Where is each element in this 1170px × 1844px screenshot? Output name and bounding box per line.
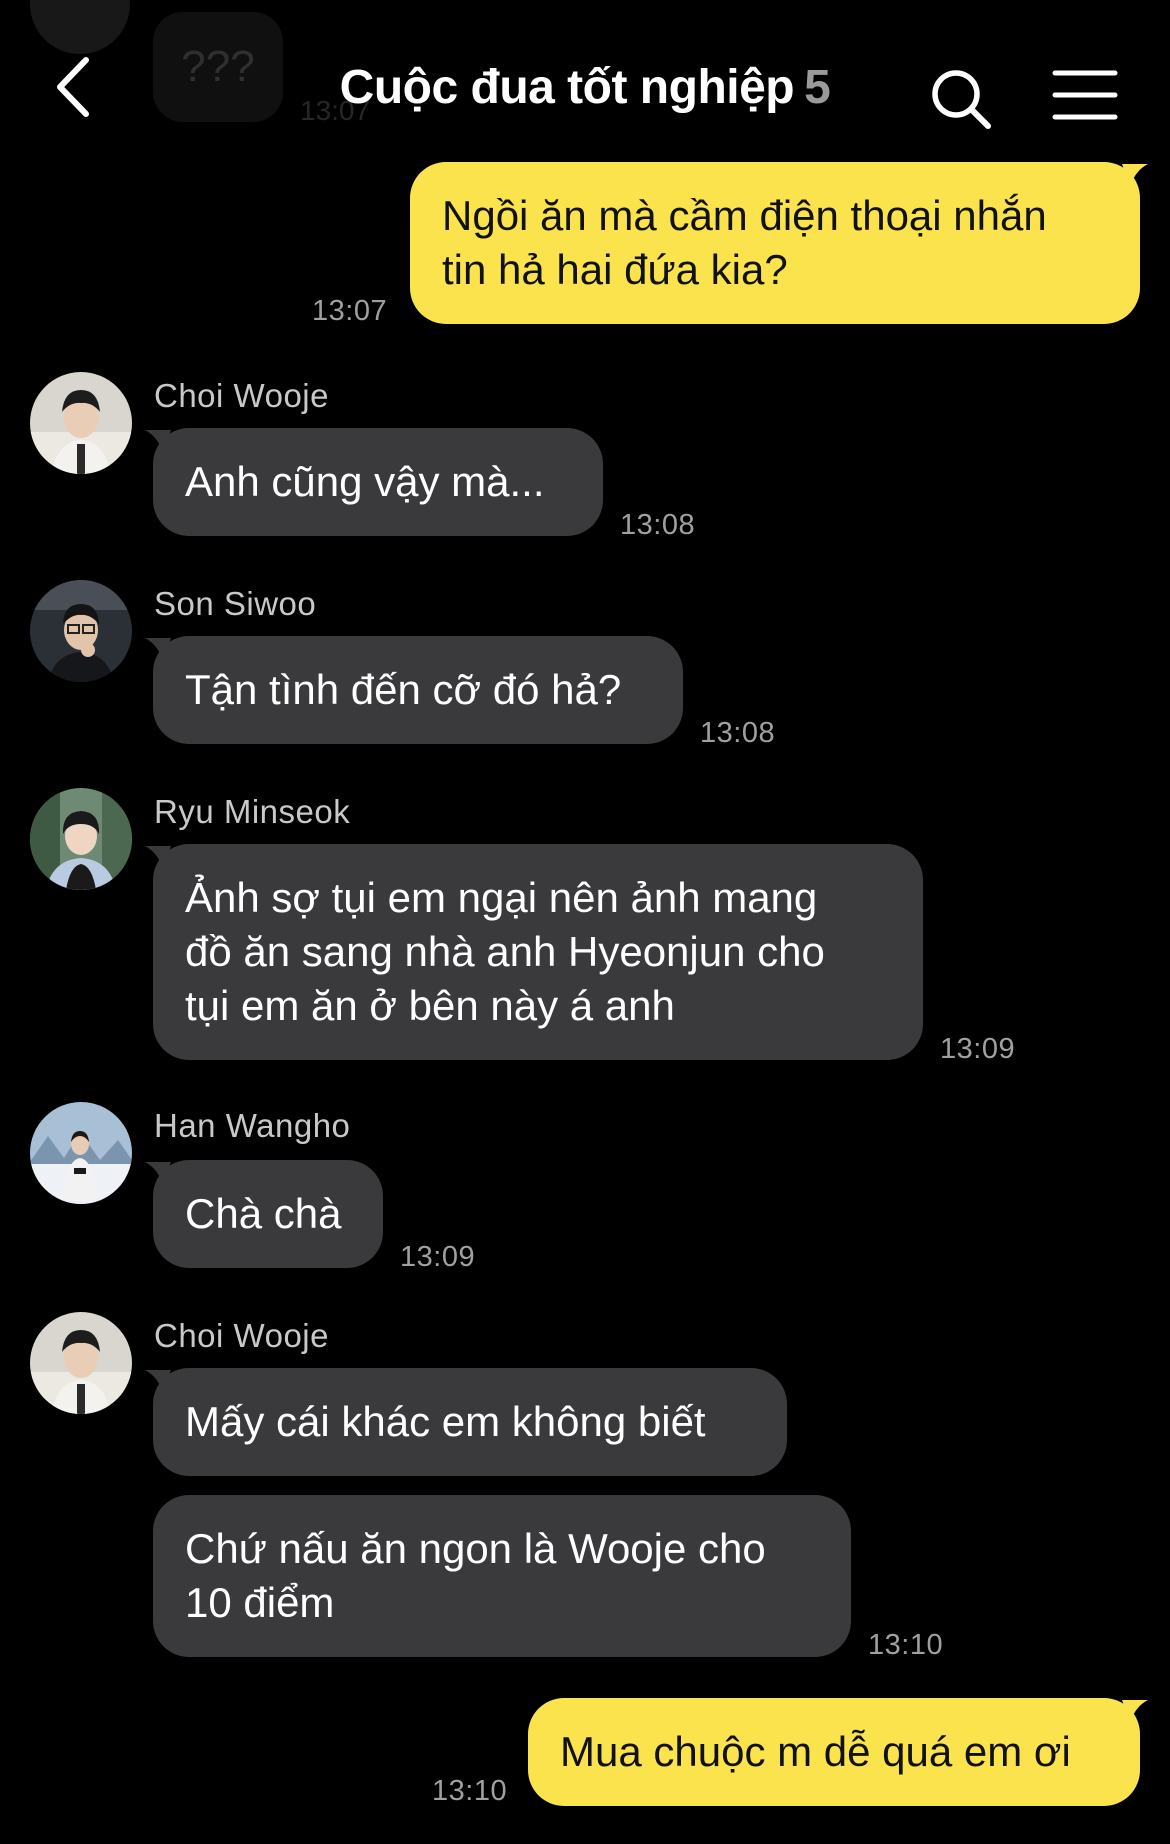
message-bubble-incoming[interactable]: Anh cũng vậy mà... — [153, 428, 603, 536]
message-bubble-incoming[interactable]: Mấy cái khác em không biết — [153, 1368, 787, 1476]
avatar-han-wangho[interactable] — [30, 1102, 132, 1204]
bubble-tail — [145, 846, 171, 868]
avatar-image — [30, 372, 132, 474]
message-text: Chà chà — [185, 1190, 342, 1237]
message-list: Ngồi ăn mà cầm điện thoại nhắn tin hả ha… — [0, 0, 1170, 1844]
message-time: 13:07 — [312, 295, 388, 327]
member-count: 5 — [804, 61, 831, 114]
group-name: Cuộc đua tốt nghiệp — [339, 61, 795, 114]
message-text: Anh cũng vậy mà... — [185, 458, 545, 505]
message-text: Chứ nấu ăn ngon là Wooje cho 10 điểm — [185, 1525, 766, 1626]
sender-name: Ryu Minseok — [154, 793, 351, 830]
chat-header: Cuộc đua tốt nghiệp 5 — [0, 0, 1170, 160]
message-text: Tận tình đến cỡ đó hả? — [185, 666, 622, 713]
avatar-choi-wooje[interactable] — [30, 1312, 132, 1414]
message-bubble-outgoing[interactable]: Mua chuộc m dễ quá em ơi — [528, 1698, 1140, 1806]
chat-title: Cuộc đua tốt nghiệp 5 — [0, 58, 1170, 118]
bubble-tail — [145, 638, 171, 660]
avatar-image — [30, 1102, 132, 1204]
sender-name: Choi Wooje — [154, 1317, 329, 1354]
message-time: 13:10 — [868, 1629, 944, 1661]
message-text: Mấy cái khác em không biết — [185, 1398, 706, 1445]
bubble-tail — [145, 1370, 171, 1392]
bubble-tail — [145, 430, 171, 452]
bubble-tail — [145, 1162, 171, 1184]
bubble-tail — [1122, 1700, 1148, 1722]
message-bubble-incoming[interactable]: Ảnh sợ tụi em ngại nên ảnh mang đồ ăn sa… — [153, 844, 923, 1060]
message-bubble-outgoing[interactable]: Ngồi ăn mà cầm điện thoại nhắn tin hả ha… — [410, 162, 1140, 324]
message-time: 13:08 — [700, 717, 776, 749]
search-icon — [932, 70, 991, 129]
avatar-son-siwoo[interactable] — [30, 580, 132, 682]
bubble-tail — [1122, 164, 1148, 186]
avatar-image — [30, 1312, 132, 1414]
message-text: Ảnh sợ tụi em ngại nên ảnh mang đồ ăn sa… — [185, 874, 825, 1029]
sender-name: Son Siwoo — [154, 585, 317, 622]
avatar-ryu-minseok[interactable] — [30, 788, 132, 890]
message-time: 13:09 — [940, 1033, 1016, 1065]
message-text: Mua chuộc m dễ quá em ơi — [560, 1728, 1071, 1775]
message-bubble-incoming[interactable]: Chứ nấu ăn ngon là Wooje cho 10 điểm — [153, 1495, 851, 1657]
message-bubble-incoming[interactable]: Tận tình đến cỡ đó hả? — [153, 636, 683, 744]
message-time: 13:08 — [620, 509, 696, 541]
menu-button[interactable] — [1052, 68, 1118, 122]
avatar-image — [30, 580, 132, 682]
avatar-choi-wooje[interactable] — [30, 372, 132, 474]
message-time: 13:09 — [400, 1241, 476, 1273]
message-bubble-incoming[interactable]: Chà chà — [153, 1160, 383, 1268]
message-time: 13:10 — [432, 1775, 508, 1807]
avatar-image — [30, 788, 132, 890]
sender-name: Han Wangho — [154, 1107, 351, 1144]
search-button[interactable] — [930, 68, 994, 132]
hamburger-menu-icon — [1052, 70, 1118, 120]
message-text: Ngồi ăn mà cầm điện thoại nhắn tin hả ha… — [442, 192, 1047, 293]
sender-name: Choi Wooje — [154, 377, 329, 414]
